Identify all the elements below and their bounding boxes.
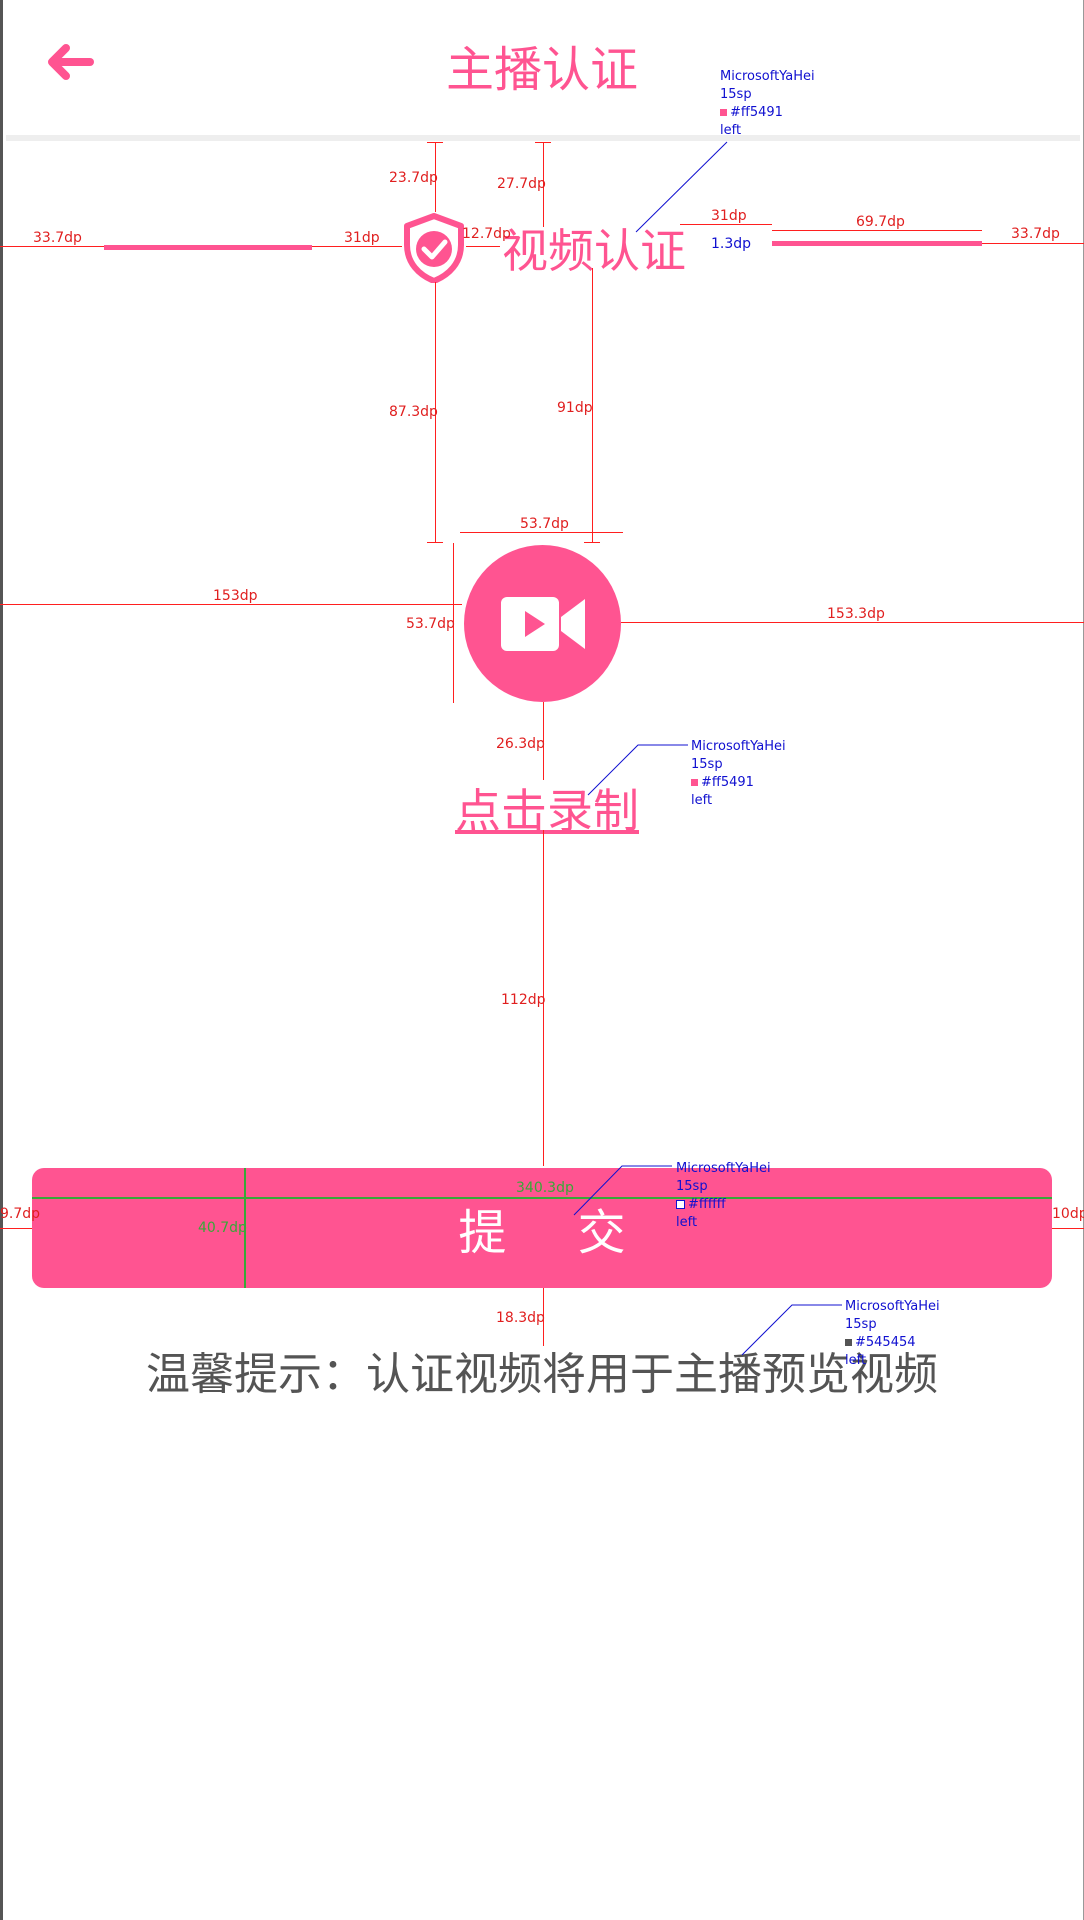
- spec-leader-lines: [573, 141, 842, 1356]
